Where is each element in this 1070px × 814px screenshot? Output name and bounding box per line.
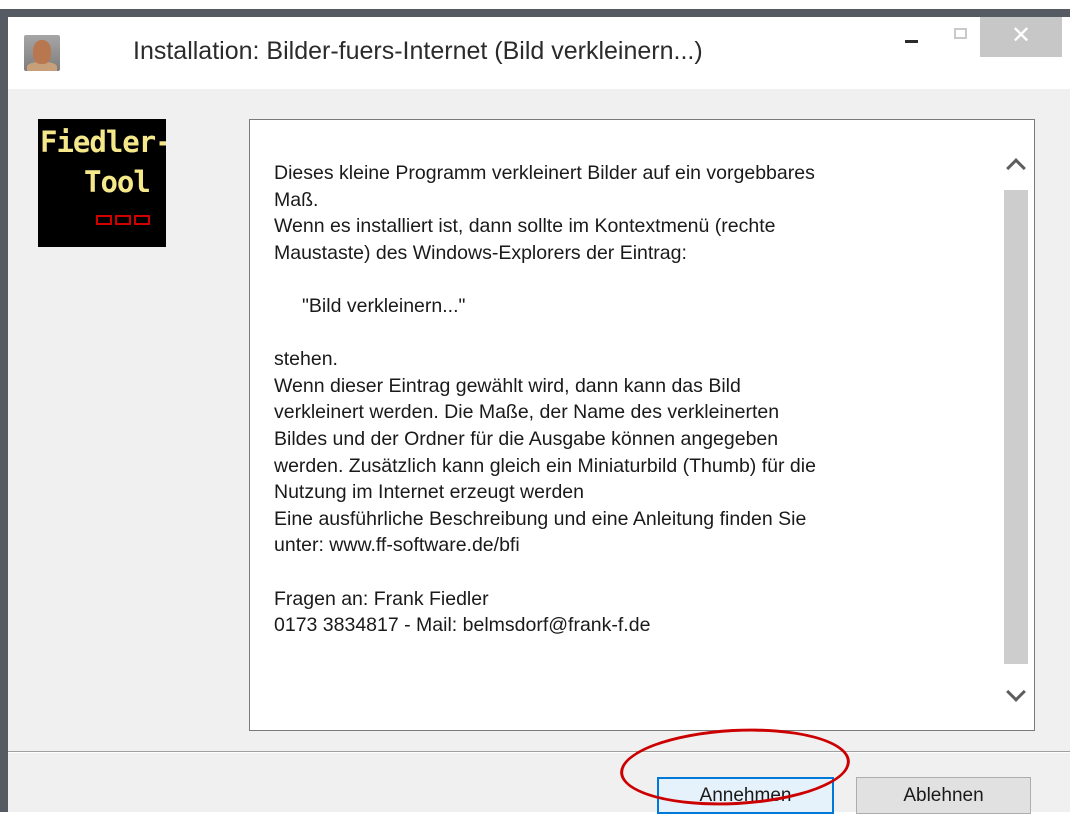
logo-box — [96, 215, 112, 225]
chevron-up-icon — [1006, 158, 1026, 178]
app-icon — [24, 35, 60, 71]
description-line: Maß. — [274, 188, 319, 211]
description-line: Bildes und der Ordner für die Ausgabe kö… — [274, 427, 779, 450]
screen-top-strip — [0, 0, 1070, 9]
description-line: stehen. — [274, 348, 338, 371]
logo-red-boxes — [96, 215, 150, 225]
scrollbar-thumb[interactable] — [1004, 190, 1028, 664]
scroll-down-button[interactable] — [1002, 674, 1030, 718]
description-line: Maustaste) des Windows-Explorers der Ein… — [274, 241, 687, 264]
description-line — [274, 320, 994, 347]
minimize-icon — [904, 39, 918, 43]
description-line: Wenn es installiert ist, dann sollte im … — [274, 215, 776, 238]
logo-box — [134, 215, 150, 225]
description-line: Fragen an: Frank Fiedler — [274, 587, 489, 610]
description-text: Dieses kleine Programm verkleinert Bilde… — [274, 160, 994, 639]
maximize-button — [934, 17, 986, 57]
chevron-down-icon — [1006, 682, 1026, 702]
close-icon: ✕ — [1010, 21, 1032, 49]
app-icon-person-face — [33, 40, 51, 64]
description-line: verkleinert werden. Die Maße, der Name d… — [274, 401, 780, 424]
minimize-button[interactable] — [882, 17, 940, 57]
vertical-scrollbar[interactable] — [1002, 128, 1030, 718]
logo-line-2: Tool — [84, 165, 151, 199]
description-line — [274, 559, 994, 586]
window-title: Installation: Bilder-fuers-Internet (Bil… — [133, 37, 703, 65]
description-line: werden. Zusätzlich kann gleich ein Minia… — [274, 454, 816, 477]
description-line: Nutzung im Internet erzeugt werden — [274, 481, 585, 504]
description-line — [274, 266, 994, 293]
installer-window: Installation: Bilder-fuers-Internet (Bil… — [0, 9, 1070, 814]
accept-button[interactable]: Annehmen — [657, 777, 834, 814]
logo-box — [115, 215, 131, 225]
footer-divider-highlight — [8, 752, 1070, 753]
close-button[interactable]: ✕ — [980, 17, 1062, 57]
description-line: "Bild verkleinern..." — [302, 294, 466, 317]
scroll-up-button[interactable] — [1002, 142, 1030, 186]
description-line: 0173 3834817 - Mail: belmsdorf@frank-f.d… — [274, 614, 651, 637]
description-line: Eine ausführliche Beschreibung und eine … — [274, 507, 807, 530]
description-line: Wenn dieser Eintrag gewählt wird, dann k… — [274, 374, 741, 397]
logo-line-1: Fiedler- — [40, 125, 166, 159]
dialog-body: Fiedler- Tool Dieses kleine Programm ver… — [8, 89, 1070, 814]
description-line: unter: www.ff-software.de/bfi — [274, 534, 520, 557]
decline-button[interactable]: Ablehnen — [856, 777, 1031, 814]
maximize-icon — [953, 27, 967, 39]
title-bar[interactable]: Installation: Bilder-fuers-Internet (Bil… — [8, 17, 1070, 89]
description-textbox[interactable]: Dieses kleine Programm verkleinert Bilde… — [249, 119, 1035, 731]
description-line: Dieses kleine Programm verkleinert Bilde… — [274, 162, 815, 184]
fiedler-tool-logo: Fiedler- Tool — [38, 119, 166, 247]
